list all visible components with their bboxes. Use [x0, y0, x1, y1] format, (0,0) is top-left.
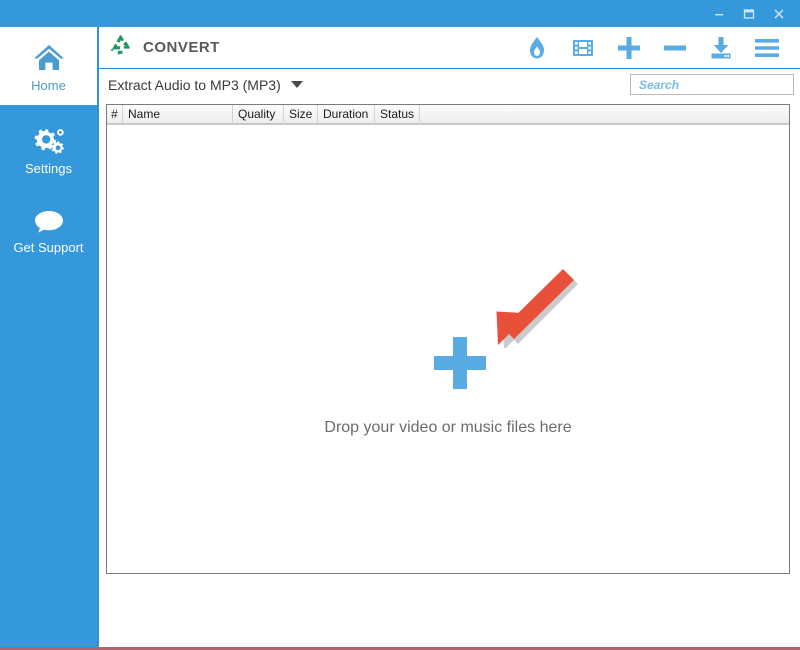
- add-files-plus-icon[interactable]: [430, 333, 490, 398]
- minimize-button[interactable]: [704, 0, 734, 27]
- column-header-quality[interactable]: Quality: [233, 105, 284, 124]
- column-header-size[interactable]: Size: [284, 105, 318, 124]
- sidebar-item-settings[interactable]: Settings: [0, 110, 97, 187]
- search-box[interactable]: [630, 74, 800, 95]
- chevron-down-icon: [290, 81, 303, 88]
- app-header: CONVERT: [97, 27, 800, 68]
- main-content: CONVERT Extract Audio to MP3 (MP3) Searc…: [97, 27, 800, 647]
- toolbar-row: Extract Audio to MP3 (MP3): [97, 69, 800, 100]
- minus-icon: [664, 45, 686, 50]
- home-icon: [32, 39, 66, 73]
- plus-icon: [618, 36, 640, 59]
- drop-zone-message: Drop your video or music files here: [324, 419, 572, 436]
- title-bar: [0, 0, 800, 27]
- output-profile-label: Extract Audio to MP3 (MP3): [108, 76, 281, 93]
- sidebar-item-label: Get Support: [13, 239, 84, 255]
- sidebar-item-label: Settings: [25, 160, 72, 176]
- download-button[interactable]: [698, 28, 744, 68]
- sidebar-item-get-support[interactable]: Get Support: [0, 189, 97, 266]
- close-icon: [774, 9, 784, 18]
- gears-icon: [31, 122, 67, 156]
- drop-zone[interactable]: Drop your video or music files here: [107, 125, 789, 573]
- close-button[interactable]: [764, 0, 794, 27]
- hamburger-menu-icon: [755, 38, 779, 57]
- speech-bubble-icon: [31, 201, 67, 235]
- content-left-accent: [97, 27, 99, 647]
- application-window: Home Settings Get Support CONVERT Extrac…: [0, 0, 800, 650]
- remove-files-button[interactable]: [652, 28, 698, 68]
- column-header-name[interactable]: Name: [123, 105, 233, 124]
- flame-icon: [530, 36, 544, 58]
- sidebar-item-home[interactable]: Home: [0, 27, 97, 105]
- file-list-header: # Name Quality Size Duration Status: [107, 105, 789, 125]
- column-header-duration[interactable]: Duration: [318, 105, 375, 124]
- burn-button[interactable]: [514, 28, 560, 68]
- column-header-status[interactable]: Status: [375, 105, 420, 124]
- brand: CONVERT: [109, 33, 220, 62]
- header-toolbar: [514, 28, 790, 68]
- sidebar-item-label: Home: [31, 78, 66, 93]
- add-files-button[interactable]: [606, 28, 652, 68]
- search-input[interactable]: [637, 75, 800, 94]
- download-icon: [711, 36, 731, 58]
- sidebar: Home Settings Get Support: [0, 27, 97, 647]
- maximize-button[interactable]: [734, 0, 764, 27]
- arrow-pointer-icon: [479, 268, 579, 353]
- video-button[interactable]: [560, 28, 606, 68]
- maximize-icon: [743, 8, 755, 19]
- menu-button[interactable]: [744, 28, 790, 68]
- brand-title: CONVERT: [143, 39, 220, 56]
- file-list-panel[interactable]: # Name Quality Size Duration Status Drop…: [106, 104, 790, 574]
- output-profile-selector[interactable]: Extract Audio to MP3 (MP3): [108, 77, 303, 93]
- column-header-number[interactable]: #: [107, 105, 123, 124]
- minimize-icon: [715, 13, 723, 15]
- recycle-icon: [109, 33, 133, 62]
- column-header-filler: [420, 105, 789, 124]
- film-strip-icon: [573, 39, 593, 56]
